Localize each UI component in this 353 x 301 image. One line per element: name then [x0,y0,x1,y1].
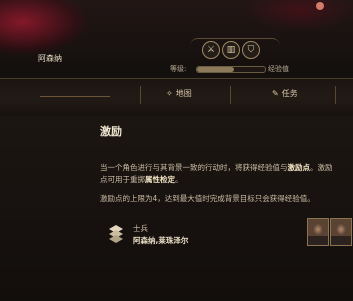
compass-icon: ✧ [166,89,173,98]
level-label: 等级: [170,65,187,73]
quill-icon: ✎ [272,89,279,98]
experience-slider[interactable] [196,66,266,73]
entry-panel [0,116,353,301]
party-portrait[interactable] [330,218,352,246]
tab-divider [140,86,141,104]
keyword-inspiration[interactable]: 激励点 [288,163,311,172]
book-icon[interactable]: ▥ [222,41,240,59]
red-light-icon [316,2,324,10]
experience-slider-fill [197,67,235,72]
tab-divider [335,86,336,104]
tab-quests-label: 任务 [281,89,298,98]
tab-map-label: 地图 [175,89,192,98]
entry-text: 。 [175,175,183,184]
background-title: 士兵 [133,224,148,233]
tab-quests[interactable]: ✎ 任务 [272,84,298,104]
experience-label: 经验值 [268,65,289,73]
swords-icon[interactable]: ⚔ [202,41,220,59]
entry-paragraph-1: 当一个角色进行与其背景一致的行动时，将获得经验值与激励点。激励点可用于重掷属性检… [100,162,338,186]
background-owner: 阿森纳,莱珠泽尔 [133,236,189,245]
tab-map[interactable]: ✧ 地图 [166,84,192,104]
tab-divider [230,86,231,104]
soldier-background-icon [109,225,123,243]
keyword-ability-check[interactable]: 属性检定 [145,175,175,184]
party-portrait[interactable] [307,218,329,246]
page-title: 激励 [100,125,122,138]
entry-text: 当一个角色进行与其背景一致的行动时，将获得经验值与 [100,163,288,172]
ornament-divider [40,96,110,97]
entry-paragraph-2: 激励点的上限为4，达到最大值时完成背景目标只会获得经验值。 [100,194,315,203]
shield-icon[interactable]: ⛉ [242,41,260,59]
character-name: 阿森纳 [38,54,62,63]
